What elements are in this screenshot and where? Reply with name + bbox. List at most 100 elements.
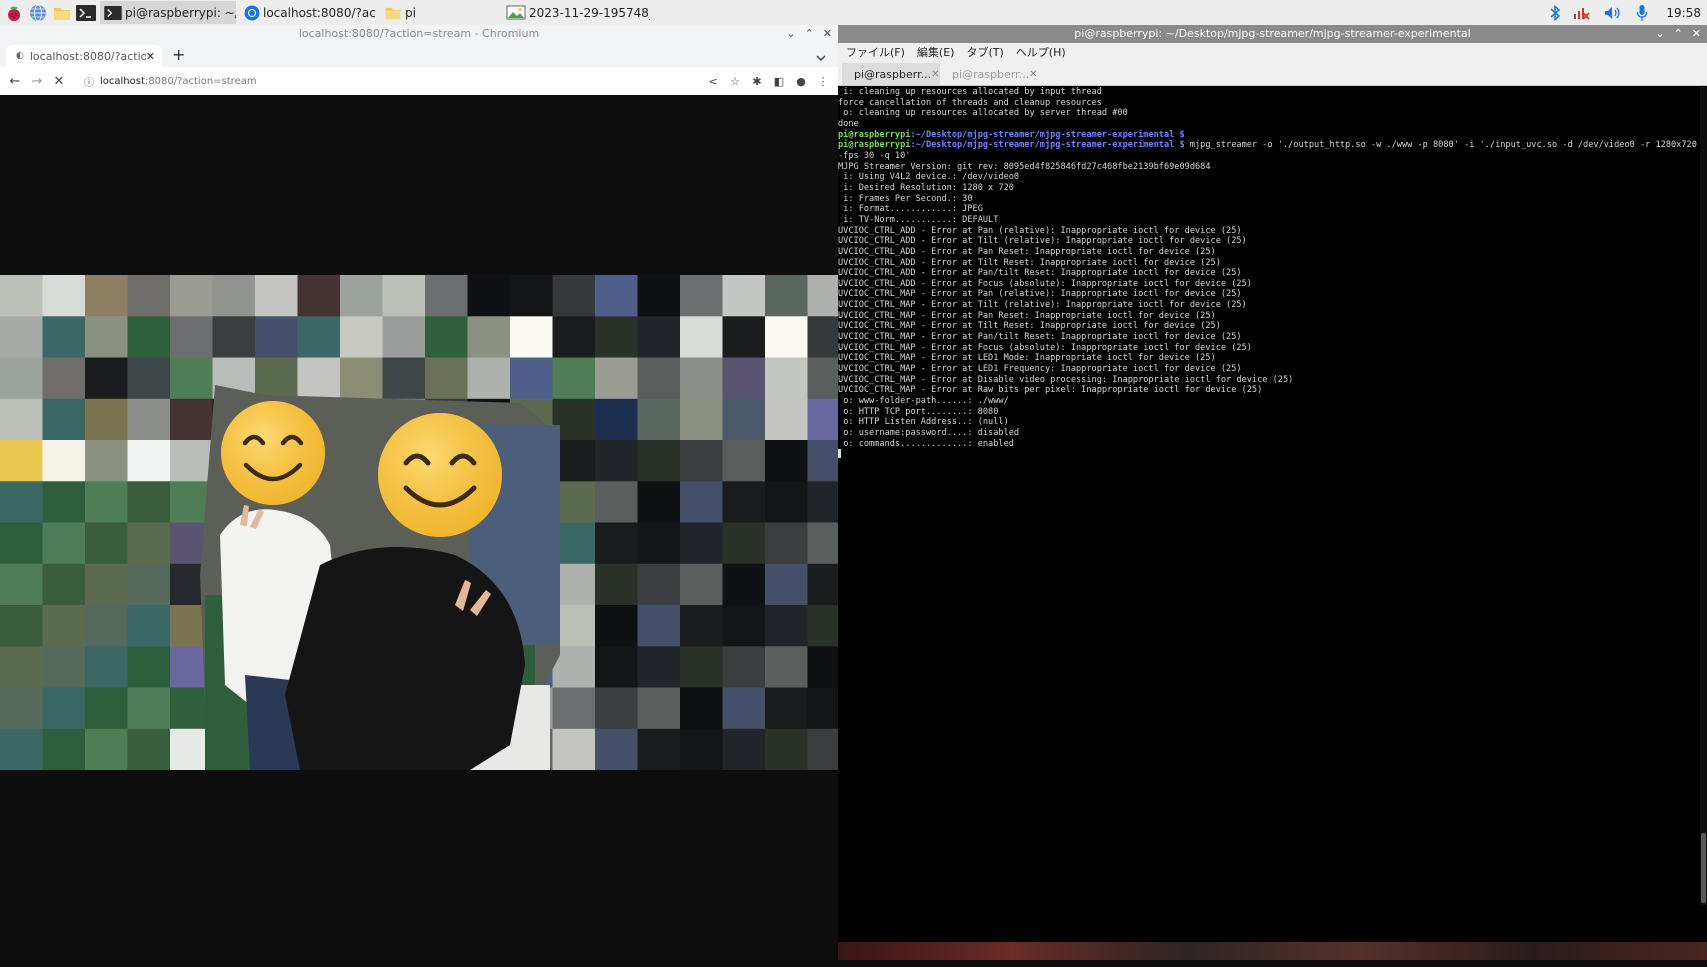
mosaic-block	[170, 440, 213, 482]
mosaic-block	[0, 728, 43, 770]
terminal-line: force cancellation of threads and cleanu…	[838, 97, 1102, 108]
mosaic-block	[552, 357, 596, 400]
maximize-icon[interactable]: ⌃	[1674, 25, 1683, 43]
mosaic-block	[85, 357, 128, 400]
mosaic-block	[595, 563, 638, 606]
mosaic-block	[722, 563, 766, 606]
close-icon[interactable]: ✕	[1692, 25, 1701, 43]
menu-help[interactable]: ヘルプ(H)	[1016, 44, 1066, 60]
stop-loading-icon[interactable]: ✕	[48, 74, 70, 89]
mosaic-block	[0, 687, 43, 730]
mosaic-block	[722, 522, 766, 565]
terminal-output[interactable]: i: cleaning up resources allocated by in…	[838, 87, 1700, 967]
taskbar-task-file-manager[interactable]: pi	[380, 1, 498, 24]
back-icon[interactable]: ←	[4, 74, 26, 89]
tab-close-icon[interactable]: ✕	[931, 69, 939, 80]
terminal-line: UVCIOC_CTRL_MAP - Error at Pan (relative…	[838, 289, 1242, 300]
taskbar-task-label: pi	[405, 5, 416, 20]
bookmark-star-icon[interactable]: ☆	[724, 75, 746, 88]
chromium-titlebar[interactable]: localhost:8080/?action=stream - Chromium…	[0, 25, 838, 43]
mosaic-block	[42, 440, 86, 482]
mosaic-block	[552, 687, 596, 730]
side-panel-icon[interactable]: ◧	[768, 75, 790, 88]
site-info-icon[interactable]: ⓘ	[84, 74, 94, 89]
taskbar: pi@raspberrypi: ~/De... localhost:8080/?…	[0, 0, 1707, 26]
clock[interactable]: 19:58	[1666, 6, 1701, 20]
mosaic-block	[637, 563, 681, 606]
terminal-titlebar[interactable]: pi@raspberrypi: ~/Desktop/mjpg-streamer/…	[838, 25, 1707, 43]
menu-tabs[interactable]: タブ(T)	[966, 44, 1003, 60]
mosaic-block	[807, 646, 838, 689]
mosaic-block	[637, 646, 681, 689]
tab-close-icon[interactable]: ✕	[1029, 69, 1037, 80]
raspberry-menu-icon[interactable]	[4, 3, 24, 23]
terminal-line: o: cleaning up resources allocated by se…	[838, 108, 1128, 119]
terminal-icon[interactable]	[76, 3, 96, 23]
mosaic-block	[637, 316, 681, 359]
minimize-icon[interactable]: ⌄	[786, 25, 795, 43]
close-icon[interactable]: ✕	[823, 25, 832, 43]
mosaic-block	[127, 563, 171, 606]
mosaic-block	[127, 440, 171, 482]
tab-close-icon[interactable]: ✕	[146, 50, 155, 63]
extensions-icon[interactable]: ✱	[746, 75, 768, 88]
volume-icon[interactable]	[1604, 5, 1622, 21]
menu-file[interactable]: ファイル(F)	[846, 44, 905, 60]
scrollbar-thumb[interactable]	[1701, 833, 1706, 903]
mosaic-block	[85, 646, 128, 689]
new-tab-icon[interactable]: +	[172, 45, 185, 65]
network-disconnected-icon[interactable]	[1574, 5, 1591, 21]
bluetooth-icon[interactable]	[1550, 4, 1561, 21]
mosaic-block	[297, 275, 341, 317]
file-manager-icon[interactable]	[52, 3, 72, 23]
mosaic-block	[595, 687, 638, 730]
terminal-line: i: Frames Per Second.: 30	[838, 193, 973, 204]
terminal-tab-label: pi@raspberr...	[854, 67, 932, 81]
mosaic-block	[212, 316, 256, 359]
mosaic-block	[807, 522, 838, 565]
taskbar-task-label: localhost:8080/?acti...	[263, 5, 376, 20]
mosaic-block	[170, 275, 213, 317]
taskbar-task-label: 2023-11-29-195748_...	[529, 5, 650, 20]
mosaic-block	[595, 316, 638, 359]
menu-edit[interactable]: 編集(E)	[917, 44, 955, 60]
terminal-tab-2[interactable]: pi@raspberr... ✕	[940, 63, 1038, 85]
share-icon[interactable]: <	[702, 75, 724, 88]
mosaic-block	[807, 605, 838, 647]
taskbar-task-image-viewer[interactable]: 2023-11-29-195748_...	[502, 1, 650, 24]
url-host: localhost	[100, 75, 145, 87]
mosaic-block	[765, 398, 808, 441]
prompt-path: :~/Desktop/mjpg-streamer/mjpg-streamer-e…	[910, 129, 1185, 140]
mosaic-block	[85, 605, 128, 647]
forward-icon[interactable]: →	[26, 74, 48, 89]
tab-search-icon[interactable]	[816, 47, 826, 66]
web-browser-icon[interactable]	[28, 3, 48, 23]
chromium-window: localhost:8080/?action=stream - Chromium…	[0, 25, 838, 960]
terminal-line: UVCIOC_CTRL_ADD - Error at Focus (absolu…	[838, 278, 1252, 289]
mosaic-block	[807, 398, 838, 441]
taskbar-task-terminal[interactable]: pi@raspberrypi: ~/De...	[100, 1, 236, 24]
mosaic-block	[680, 646, 723, 689]
mosaic-block	[382, 316, 426, 359]
address-bar[interactable]: ⓘ localhost:8080/?action=stream	[76, 70, 696, 92]
terminal-tab-1[interactable]: pi@raspberr... ✕	[842, 63, 940, 85]
browser-tab[interactable]: ◐ localhost:8080/?action=stream ✕	[6, 45, 162, 67]
taskbar-task-chromium[interactable]: localhost:8080/?acti...	[240, 1, 376, 24]
maximize-icon[interactable]: ⌃	[805, 25, 814, 43]
mosaic-block	[42, 646, 86, 689]
mosaic-block	[807, 481, 838, 524]
menu-kebab-icon[interactable]: ⋮	[812, 75, 834, 88]
microphone-icon[interactable]	[1636, 4, 1648, 22]
mosaic-block	[42, 605, 86, 647]
mosaic-block	[255, 357, 298, 400]
profile-icon[interactable]: ●	[790, 75, 812, 88]
mosaic-block	[595, 646, 638, 689]
mosaic-block	[680, 728, 723, 770]
minimize-icon[interactable]: ⌄	[1655, 25, 1664, 43]
terminal-scrollbar[interactable]	[1700, 87, 1707, 905]
mosaic-block	[510, 275, 553, 317]
mosaic-block	[552, 275, 596, 317]
terminal-line: i: cleaning up resources allocated by in…	[838, 87, 1102, 97]
mosaic-block	[807, 316, 838, 359]
mosaic-block	[595, 398, 638, 441]
